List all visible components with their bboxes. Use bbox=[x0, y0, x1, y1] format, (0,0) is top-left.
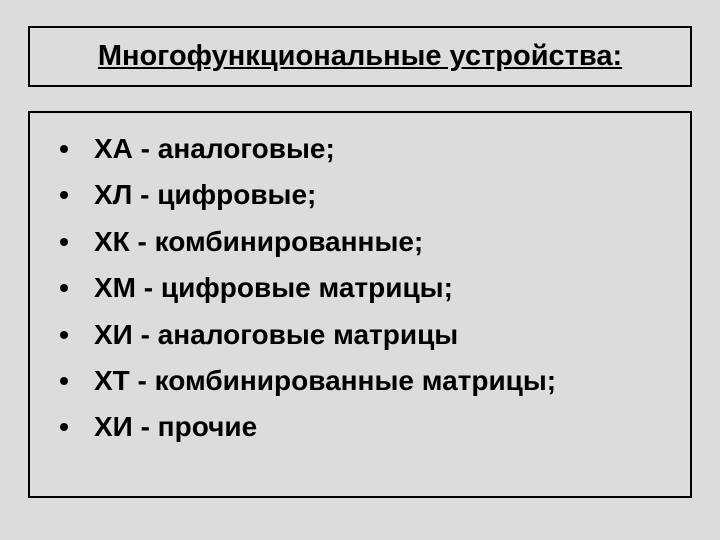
bullet-icon: • bbox=[56, 363, 72, 399]
item-text: ХЛ - цифровые; bbox=[94, 177, 316, 213]
list-item: • ХЛ - цифровые; bbox=[56, 177, 664, 213]
list-item: • ХИ - прочие bbox=[56, 409, 664, 445]
bullet-icon: • bbox=[56, 131, 72, 167]
title-box: Многофункциональные устройства: bbox=[28, 26, 692, 87]
bullet-icon: • bbox=[56, 177, 72, 213]
bullet-icon: • bbox=[56, 224, 72, 260]
item-text: ХК - комбинированные; bbox=[94, 224, 423, 260]
item-text: ХИ - прочие bbox=[94, 409, 257, 445]
slide-title: Многофункциональные устройства: bbox=[98, 40, 622, 72]
item-text: ХТ - комбинированные матрицы; bbox=[94, 363, 556, 399]
list-item: • ХТ - комбинированные матрицы; bbox=[56, 363, 664, 399]
item-text: ХА - аналоговые; bbox=[94, 131, 335, 167]
item-text: ХИ - аналоговые матрицы bbox=[94, 317, 458, 353]
list-item: • ХМ - цифровые матрицы; bbox=[56, 270, 664, 306]
bullet-icon: • bbox=[56, 409, 72, 445]
list-item: • ХА - аналоговые; bbox=[56, 131, 664, 167]
bullet-icon: • bbox=[56, 317, 72, 353]
device-list: • ХА - аналоговые; • ХЛ - цифровые; • ХК… bbox=[56, 131, 664, 446]
list-item: • ХИ - аналоговые матрицы bbox=[56, 317, 664, 353]
item-text: ХМ - цифровые матрицы; bbox=[94, 270, 453, 306]
content-box: • ХА - аналоговые; • ХЛ - цифровые; • ХК… bbox=[28, 111, 692, 498]
bullet-icon: • bbox=[56, 270, 72, 306]
list-item: • ХК - комбинированные; bbox=[56, 224, 664, 260]
